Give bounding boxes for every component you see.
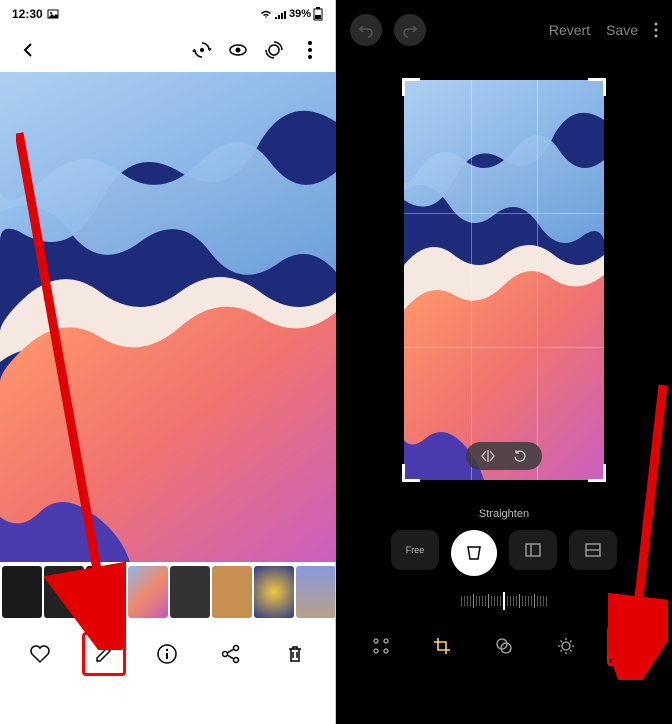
info-button[interactable]	[145, 632, 189, 676]
status-battery: 39%	[289, 8, 311, 20]
straighten-label: Straighten	[336, 508, 672, 520]
revert-button[interactable]: Revert	[549, 22, 590, 38]
battery-icon	[313, 7, 323, 21]
status-bar: 12:30 39%	[0, 0, 335, 28]
wifi-icon	[259, 9, 273, 19]
signal-icon	[275, 9, 287, 19]
filters-icon[interactable]	[484, 626, 524, 666]
edit-button[interactable]	[82, 632, 126, 676]
thumbnail[interactable]	[254, 566, 294, 618]
main-image[interactable]	[0, 72, 336, 562]
back-button[interactable]	[14, 36, 42, 64]
thumbnail[interactable]	[128, 566, 168, 618]
picture-icon	[47, 8, 59, 20]
adjust-icon[interactable]	[546, 626, 586, 666]
bixby-vision-icon[interactable]	[191, 39, 213, 61]
favorite-button[interactable]	[18, 632, 62, 676]
rotate-icon[interactable]	[512, 448, 528, 464]
more-icon[interactable]	[299, 39, 321, 61]
crop-handle[interactable]	[588, 78, 606, 96]
status-time: 12:30	[12, 7, 43, 21]
save-button[interactable]: Save	[606, 22, 638, 38]
undo-button[interactable]	[350, 14, 382, 46]
thumbnail[interactable]	[212, 566, 252, 618]
crop-handle[interactable]	[402, 78, 420, 96]
share-button[interactable]	[209, 632, 253, 676]
remaster-icon[interactable]	[263, 39, 285, 61]
crop-frame[interactable]	[404, 80, 604, 480]
thumbnail[interactable]	[170, 566, 210, 618]
flip-rotate-controls	[466, 442, 542, 470]
crop-icon[interactable]	[422, 626, 462, 666]
vertical-skew-button[interactable]	[569, 530, 617, 570]
crop-handle[interactable]	[402, 464, 420, 482]
horizontal-skew-button[interactable]	[509, 530, 557, 570]
straighten-ruler[interactable]	[336, 586, 672, 616]
transform-row: Free	[336, 530, 672, 576]
perspective-button[interactable]	[451, 530, 497, 576]
thumbnail[interactable]	[2, 566, 42, 618]
eye-icon[interactable]	[227, 39, 249, 61]
thumbnail[interactable]	[44, 566, 84, 618]
thumbnail[interactable]	[86, 566, 126, 618]
bottom-bar	[0, 622, 335, 686]
editor-canvas[interactable]	[336, 60, 672, 500]
free-ratio-button[interactable]: Free	[391, 530, 439, 570]
sticker-icon[interactable]	[607, 626, 647, 666]
editor-bottom-bar	[336, 616, 672, 676]
more-icon[interactable]	[654, 22, 658, 38]
flip-icon[interactable]	[480, 448, 496, 464]
thumbnail[interactable]	[296, 566, 335, 618]
redo-button[interactable]	[394, 14, 426, 46]
editor-header: Revert Save	[336, 0, 672, 60]
gallery-header	[0, 28, 335, 72]
delete-button[interactable]	[273, 632, 317, 676]
crop-handle[interactable]	[588, 464, 606, 482]
thumbnail-strip[interactable]	[0, 562, 335, 622]
tools-icon[interactable]	[361, 626, 401, 666]
